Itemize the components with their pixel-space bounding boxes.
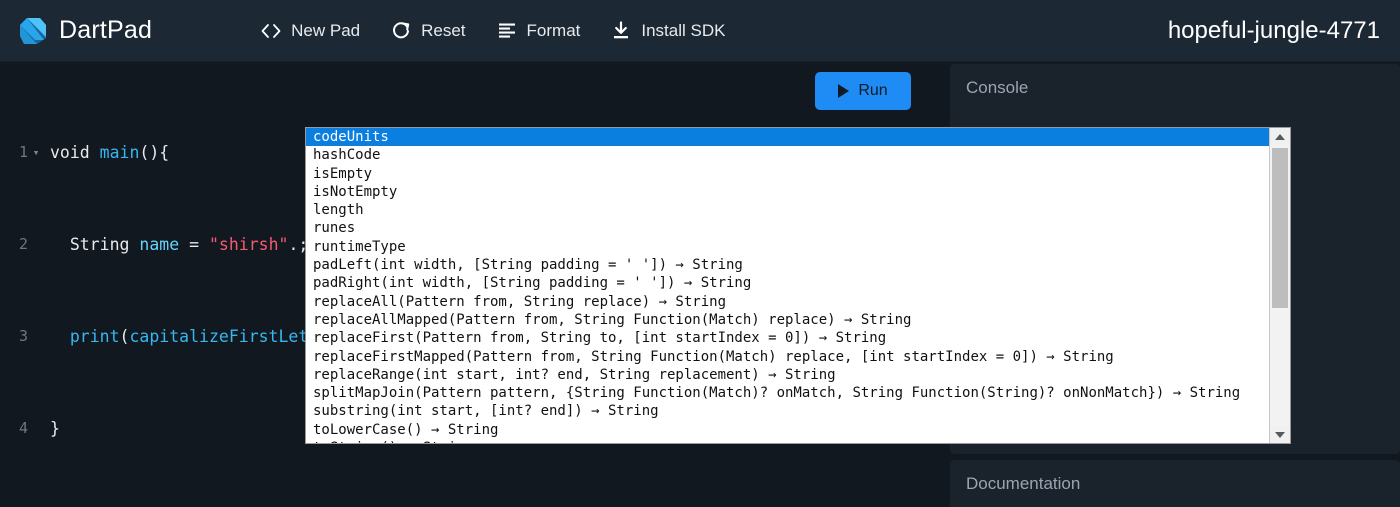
autocomplete-list[interactable]: codeUnits hashCode isEmpty isNotEmpty length… xyxy=(306,128,1269,443)
autocomplete-item[interactable]: padRight(int width, [String padding = ' … xyxy=(306,274,1269,292)
token-string: "shirsh" xyxy=(208,235,289,254)
format-lines-icon xyxy=(496,20,518,42)
download-icon xyxy=(610,20,632,42)
code-line-text: void main(){ xyxy=(44,141,169,164)
run-button[interactable]: Run xyxy=(815,72,911,110)
autocomplete-item[interactable]: substring(int start, [int? end]) → Strin… xyxy=(306,402,1269,420)
line-number: 2 xyxy=(18,235,28,253)
brand: DartPad xyxy=(18,16,152,46)
format-label: Format xyxy=(526,20,581,40)
app-header: DartPad New Pad Reset Format Install SDK… xyxy=(0,0,1400,62)
token-function: print xyxy=(69,327,120,346)
new-pad-label: New Pad xyxy=(291,20,361,40)
autocomplete-item[interactable]: isEmpty xyxy=(306,165,1269,183)
token-keyword: void xyxy=(50,143,100,162)
pad-name[interactable]: hopeful-jungle-4771 xyxy=(1168,17,1380,45)
token-punct: ( xyxy=(119,327,130,346)
dartpad-app: DartPad New Pad Reset Format Install SDK… xyxy=(0,0,1400,507)
token-type: String xyxy=(69,235,140,254)
install-sdk-button[interactable]: Install SDK xyxy=(610,20,725,42)
autocomplete-item[interactable]: toString() → String xyxy=(306,439,1269,443)
line-number: 1 xyxy=(18,143,28,161)
autocomplete-item[interactable]: replaceAll(Pattern from, String replace)… xyxy=(306,293,1269,311)
autocomplete-popup[interactable]: codeUnits hashCode isEmpty isNotEmpty length… xyxy=(305,127,1291,444)
dart-logo-icon xyxy=(18,16,48,46)
documentation-title: Documentation xyxy=(966,474,1081,493)
autocomplete-item[interactable]: replaceFirstMapped(Pattern from, String … xyxy=(306,348,1269,366)
autocomplete-item[interactable]: splitMapJoin(Pattern pattern, {String Fu… xyxy=(306,384,1269,402)
run-button-label: Run xyxy=(858,82,888,99)
fold-triangle-icon[interactable]: ▾ xyxy=(28,141,44,164)
code-line-text: } xyxy=(50,419,60,438)
format-button[interactable]: Format xyxy=(496,20,581,42)
autocomplete-item[interactable]: codeUnits xyxy=(306,128,1269,147)
autocomplete-item[interactable]: isNotEmpty xyxy=(306,183,1269,201)
brand-name: DartPad xyxy=(59,16,153,44)
autocomplete-item[interactable]: toLowerCase() → String xyxy=(306,421,1269,439)
token-operator: = xyxy=(179,235,209,254)
main-toolbar: New Pad Reset Format Install SDK xyxy=(260,20,725,42)
console-title: Console xyxy=(966,78,1029,97)
autocomplete-item[interactable]: replaceFirst(Pattern from, String to, [i… xyxy=(306,329,1269,347)
autocomplete-item[interactable]: padLeft(int width, [String padding = ' '… xyxy=(306,256,1269,274)
install-sdk-label: Install SDK xyxy=(641,20,726,40)
scroll-up-arrow-icon[interactable] xyxy=(1270,128,1290,145)
autocomplete-scrollbar[interactable] xyxy=(1269,128,1290,443)
reset-button[interactable]: Reset xyxy=(390,20,466,42)
autocomplete-item[interactable]: length xyxy=(306,201,1269,219)
autocomplete-item[interactable]: replaceRange(int start, int? end, String… xyxy=(306,366,1269,384)
new-pad-button[interactable]: New Pad xyxy=(260,20,360,42)
autocomplete-item[interactable]: hashCode xyxy=(306,146,1269,164)
refresh-icon xyxy=(390,20,412,42)
autocomplete-item[interactable]: replaceAllMapped(Pattern from, String Fu… xyxy=(306,311,1269,329)
autocomplete-item[interactable]: runtimeType xyxy=(306,238,1269,256)
line-number: 3 xyxy=(18,327,28,345)
play-icon xyxy=(838,84,850,98)
code-line-text: String name = "shirsh".; xyxy=(44,233,308,256)
code-brackets-icon xyxy=(260,20,282,42)
reset-label: Reset xyxy=(421,20,466,40)
scroll-down-arrow-icon[interactable] xyxy=(1270,426,1290,443)
token-punct: (){ xyxy=(139,143,170,162)
documentation-panel[interactable]: Documentation xyxy=(950,460,1400,507)
token-function: main xyxy=(99,143,140,162)
token-variable: name xyxy=(139,235,180,254)
line-number: 4 xyxy=(18,419,28,437)
autocomplete-item[interactable]: runes xyxy=(306,219,1269,237)
scrollbar-thumb[interactable] xyxy=(1272,148,1288,308)
